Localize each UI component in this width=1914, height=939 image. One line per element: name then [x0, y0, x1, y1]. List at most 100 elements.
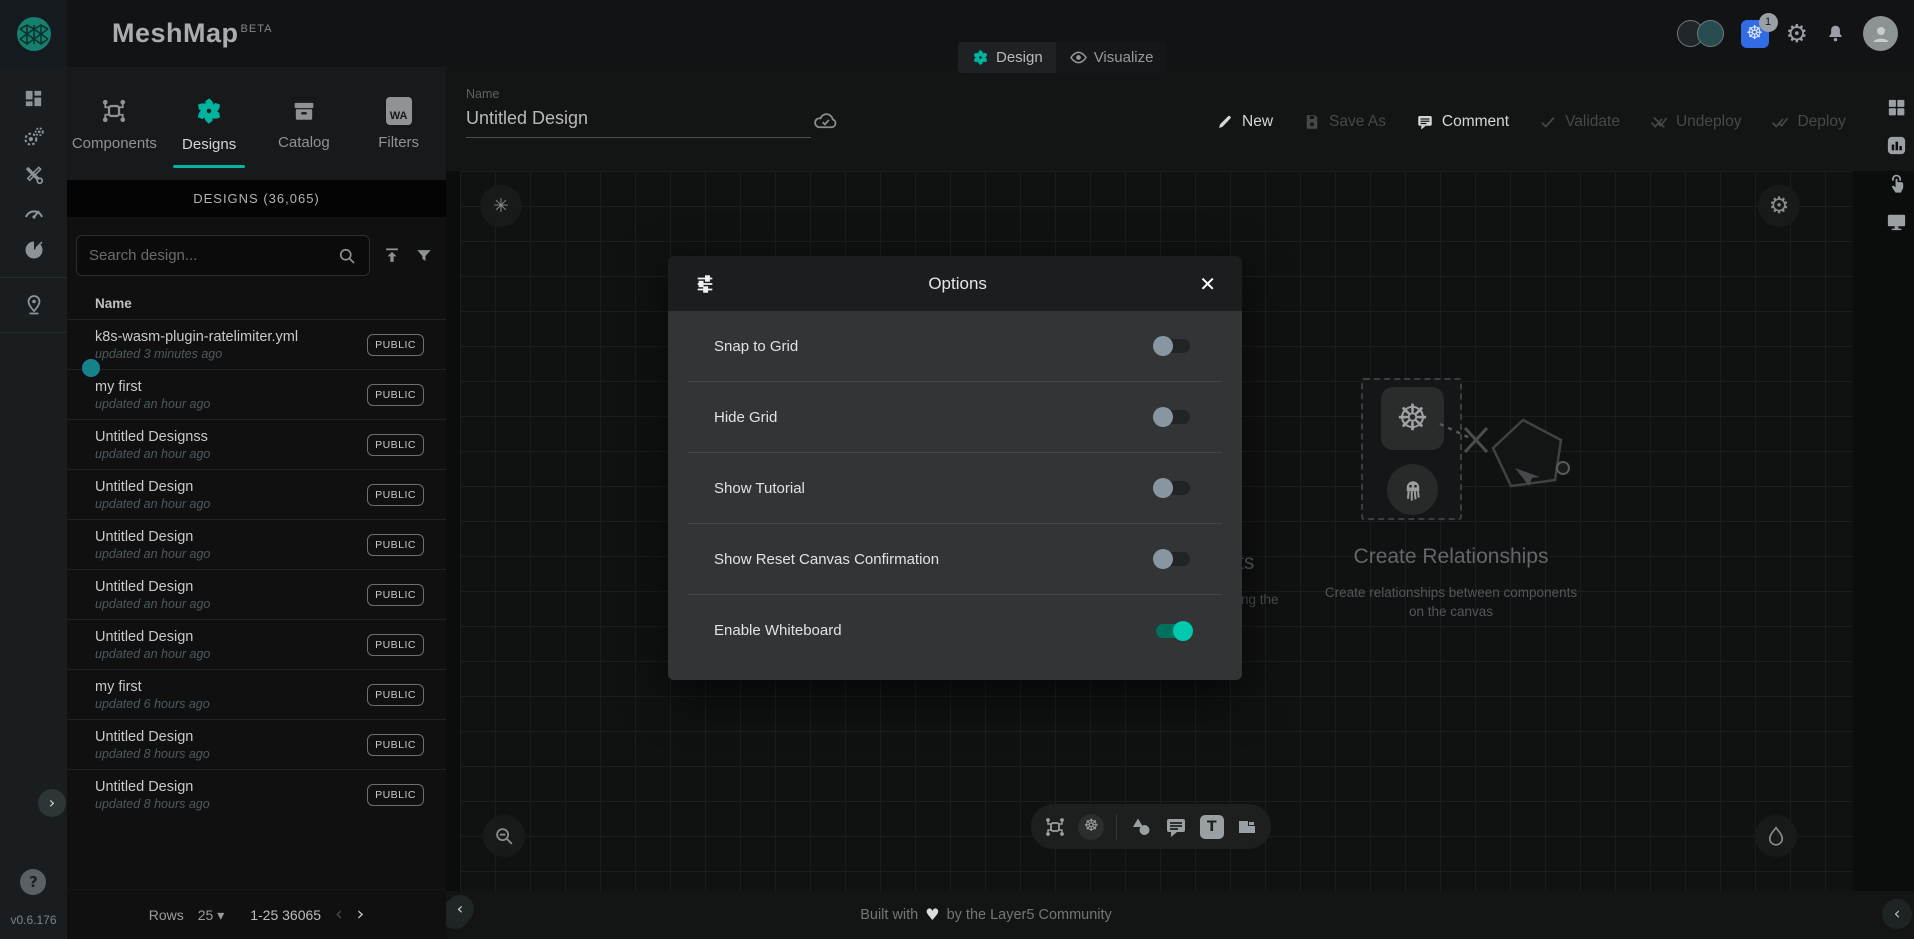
search-input[interactable] — [89, 247, 329, 264]
rail-expand-button[interactable]: › — [38, 789, 66, 817]
meshmap-app: MeshMapBETA Design Visualize ☸ 1 ⚙ — [0, 0, 1914, 939]
zoom-out-button[interactable] — [483, 815, 525, 857]
filter-funnel-icon[interactable] — [414, 246, 434, 266]
panel-dashboard-chart-icon[interactable] — [1885, 134, 1908, 157]
snap-to-grid-toggle[interactable] — [1156, 339, 1190, 353]
deploy-button[interactable]: Deploy — [1771, 113, 1845, 131]
designs-count-header: DESIGNS (36,065) — [67, 180, 446, 217]
catalog-archive-icon — [290, 97, 318, 125]
search-icon[interactable] — [337, 246, 357, 266]
wasm-filters-icon: WA — [386, 97, 412, 125]
design-row[interactable]: my first updated 6 hours ago PUBLIC — [67, 669, 446, 719]
collaborator-avatar-2[interactable] — [1697, 20, 1724, 47]
zoom-out-icon — [493, 825, 515, 847]
text-tool-glyph: T — [1200, 815, 1224, 839]
design-updated: updated an hour ago — [95, 647, 210, 661]
relationship-hint-title: Create Relationships — [1261, 545, 1641, 569]
nav-performance-speedometer-icon[interactable] — [0, 193, 67, 231]
options-modal-body: Snap to Grid Hide Grid Show Tutorial Sho… — [668, 311, 1242, 680]
sidebar-hide-button[interactable]: ‹ — [446, 895, 474, 923]
design-row[interactable]: k8s-wasm-plugin-ratelimiter.yml updated … — [67, 319, 446, 369]
design-row[interactable]: Untitled Design updated 8 hours ago PUBL… — [67, 719, 446, 769]
notifications-bell-icon[interactable] — [1825, 23, 1846, 44]
design-name: Untitled Design — [95, 579, 210, 595]
nav-dashboard-icon[interactable] — [0, 79, 67, 117]
design-row[interactable]: Untitled Design updated an hour ago PUBL… — [67, 619, 446, 669]
design-row[interactable]: Untitled Designss updated an hour ago PU… — [67, 419, 446, 469]
double-check-icon — [1771, 113, 1789, 131]
panel-display-monitor-icon[interactable] — [1885, 210, 1908, 233]
design-row[interactable]: Untitled Design updated an hour ago PUBL… — [67, 569, 446, 619]
toolbar-actions: New Save As Comment Validate Undeploy — [1216, 113, 1846, 131]
tab-catalog[interactable]: Catalog — [257, 67, 352, 180]
dock-shapes-icon[interactable] — [1129, 815, 1153, 839]
dock-comment-icon[interactable] — [1164, 815, 1188, 839]
nav-configuration-tools-icon[interactable] — [0, 155, 67, 193]
visibility-badge: PUBLIC — [367, 634, 424, 656]
design-row[interactable]: my first updated an hour ago PUBLIC — [67, 369, 446, 419]
panel-apps-grid-icon[interactable] — [1885, 96, 1908, 119]
prev-page-button[interactable]: ‹ — [335, 905, 343, 924]
canvas-settings-button[interactable]: ⚙ — [1758, 185, 1800, 227]
visibility-badge: PUBLIC — [367, 334, 424, 356]
settings-gear-icon[interactable]: ⚙ — [1786, 21, 1808, 46]
tab-designs[interactable]: Designs — [162, 67, 257, 180]
hide-grid-toggle[interactable] — [1156, 410, 1190, 424]
undeploy-button[interactable]: Undeploy — [1650, 113, 1742, 131]
mode-toggle: Design Visualize — [958, 42, 1166, 73]
dock-text-tool-icon[interactable]: T — [1200, 815, 1224, 839]
validate-button[interactable]: Validate — [1539, 113, 1620, 131]
footer-prefix: Built with — [860, 907, 918, 923]
comment-icon — [1416, 113, 1434, 131]
kubernetes-context-button[interactable]: ☸ 1 — [1741, 20, 1769, 48]
comment-button[interactable]: Comment — [1416, 113, 1509, 131]
dock-media-icon[interactable] — [1235, 815, 1259, 839]
nav-lifecycle-gears-icon[interactable] — [0, 117, 67, 155]
whiteboard-drop-button[interactable] — [1755, 815, 1797, 857]
deploy-label: Deploy — [1797, 113, 1845, 131]
relationship-pentagon-graphic — [1415, 406, 1585, 506]
option-label: Enable Whiteboard — [714, 622, 842, 639]
design-row[interactable]: Untitled Design updated an hour ago PUBL… — [67, 519, 446, 569]
tab-filters-label: Filters — [378, 134, 419, 151]
tune-sliders-icon — [694, 273, 716, 295]
design-name-label: Name — [466, 87, 811, 101]
dock-kubernetes-icon[interactable]: ☸ — [1078, 814, 1104, 840]
design-name-input[interactable] — [466, 101, 811, 138]
tab-filters[interactable]: WA Filters — [351, 67, 446, 180]
design-mode-button[interactable]: Design — [958, 42, 1056, 73]
show-tutorial-toggle[interactable] — [1156, 481, 1190, 495]
close-modal-button[interactable]: ✕ — [1199, 274, 1216, 294]
canvas-layout-button[interactable]: ✳ — [480, 185, 522, 227]
user-profile-avatar[interactable] — [1863, 16, 1898, 51]
design-row[interactable]: Untitled Design updated 8 hours ago PUBL… — [67, 769, 446, 819]
visibility-badge: PUBLIC — [367, 384, 424, 406]
help-button[interactable]: ? — [20, 869, 46, 895]
tab-components-label: Components — [72, 135, 157, 152]
upload-design-icon[interactable] — [382, 246, 402, 266]
rows-per-page-value: 25 — [198, 907, 214, 923]
save-as-button[interactable]: Save As — [1303, 113, 1386, 131]
undeploy-label: Undeploy — [1676, 113, 1742, 131]
collapse-right-panel-button[interactable]: ‹ — [1882, 899, 1912, 929]
design-name-field: Name — [466, 87, 811, 138]
design-name: Untitled Design — [95, 779, 210, 795]
panel-interaction-touch-icon[interactable] — [1885, 172, 1908, 195]
dock-components-icon[interactable] — [1043, 815, 1067, 839]
next-page-button[interactable]: › — [357, 905, 365, 924]
visualize-mode-button[interactable]: Visualize — [1056, 42, 1167, 73]
design-row[interactable]: Untitled Design updated an hour ago PUBL… — [67, 469, 446, 519]
show-reset-canvas-confirmation-toggle[interactable] — [1156, 552, 1190, 566]
kubernetes-wheel-glyph: ☸ — [1084, 818, 1099, 835]
layer5-logo[interactable] — [0, 0, 67, 67]
nav-meshmap-pin-icon[interactable] — [0, 286, 67, 324]
nav-extensions-pie-icon[interactable] — [0, 231, 67, 269]
floppy-icon — [1303, 113, 1321, 131]
rows-per-page-select[interactable]: 25 ▾ — [198, 907, 225, 923]
collaborator-avatars[interactable] — [1677, 20, 1724, 47]
enable-whiteboard-toggle[interactable] — [1156, 624, 1190, 638]
new-button[interactable]: New — [1216, 113, 1273, 131]
option-row-snap-to-grid: Snap to Grid — [688, 311, 1222, 382]
tab-components[interactable]: Components — [67, 67, 162, 180]
design-name: Untitled Design — [95, 629, 210, 645]
